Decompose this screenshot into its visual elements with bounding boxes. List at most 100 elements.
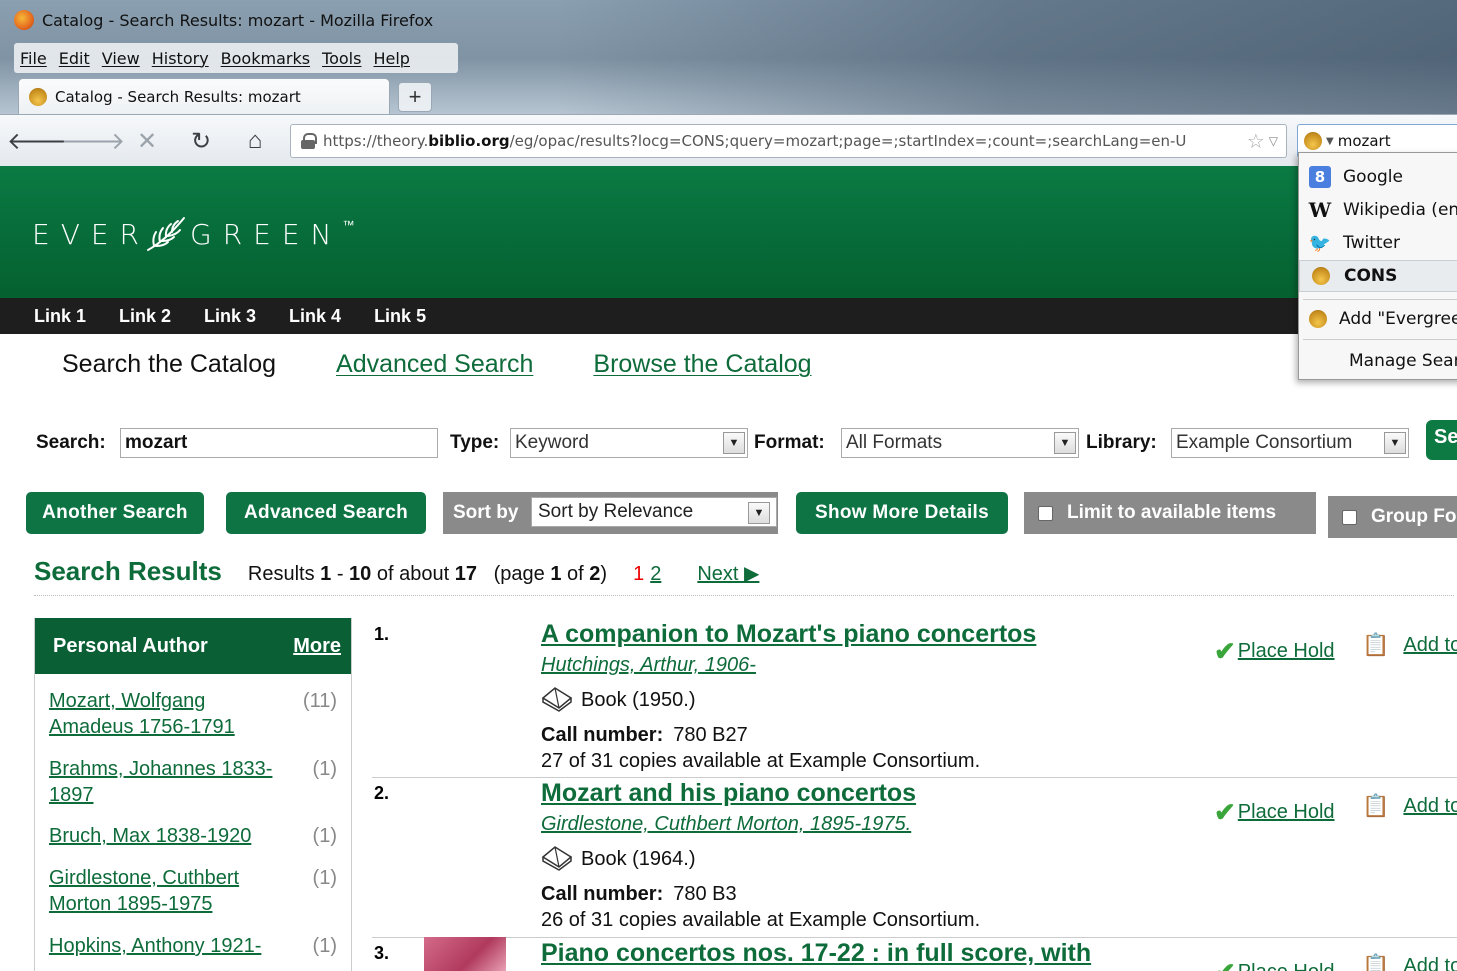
- tab-search-catalog[interactable]: Search the Catalog: [62, 350, 276, 379]
- results-toolbar: Another Search Advanced Search Sort by S…: [26, 492, 1457, 538]
- back-arrow-icon[interactable]: 🡐: [7, 127, 71, 155]
- add-to-list-link[interactable]: 📋 Add to my list: [1362, 632, 1457, 658]
- call-number-label: Call number:: [541, 724, 664, 746]
- another-search-button[interactable]: Another Search: [26, 492, 204, 534]
- menu-view[interactable]: View: [96, 49, 146, 68]
- engine-google[interactable]: 8 Google: [1299, 161, 1457, 193]
- facet-item: Hopkins, Anthony 1921- (1): [49, 933, 349, 959]
- chevron-down-icon[interactable]: ▼: [1326, 136, 1334, 147]
- clipboard-add-icon: 📋: [1362, 953, 1390, 971]
- library-select[interactable]: Example Consortium ▼: [1171, 428, 1409, 458]
- group-formats-control[interactable]: Group Formats and Editions: [1328, 496, 1457, 538]
- engine-cons[interactable]: CONS: [1299, 260, 1457, 292]
- add-to-list-link[interactable]: 📋 Add to my list: [1362, 793, 1457, 819]
- link-4[interactable]: Link 4: [289, 306, 341, 327]
- site-header: EVER GREEN ™: [0, 166, 1457, 298]
- book-icon: [541, 846, 573, 871]
- reload-icon[interactable]: ↻: [186, 127, 216, 155]
- add-to-list-label: Add to my list: [1403, 633, 1457, 656]
- format-select-value: All Formats: [846, 432, 943, 453]
- checkmark-icon: ✔: [1214, 957, 1236, 971]
- manage-engines-item[interactable]: Manage Search Engines...: [1299, 345, 1457, 377]
- type-select[interactable]: Keyword ▼: [510, 428, 748, 458]
- next-page-link[interactable]: Next ▶: [697, 561, 759, 586]
- result-author-link[interactable]: Girdlestone, Cuthbert Morton, 1895-1975.: [541, 813, 911, 836]
- add-to-list-label: Add to my list: [1403, 954, 1457, 971]
- result-number: 3.: [374, 943, 390, 963]
- result-author-link[interactable]: Hutchings, Arthur, 1906-: [541, 654, 756, 677]
- checkmark-icon: ✔: [1214, 636, 1236, 666]
- page-2-link[interactable]: 2: [650, 563, 661, 586]
- search-engine-input[interactable]: mozart: [1338, 132, 1391, 150]
- show-more-details-button[interactable]: Show More Details: [796, 492, 1008, 534]
- bookmark-star-icon[interactable]: ☆: [1247, 129, 1265, 153]
- search-input[interactable]: mozart: [120, 428, 438, 458]
- stop-icon[interactable]: ✕: [132, 127, 162, 155]
- result-title-link[interactable]: Piano concertos nos. 17-22 : in full sco…: [541, 939, 1091, 968]
- limit-available-checkbox[interactable]: [1038, 505, 1053, 521]
- menu-bookmarks[interactable]: Bookmarks: [215, 49, 316, 68]
- facet-item: Girdlestone, Cuthbert Morton 1895-1975 (…: [49, 865, 349, 917]
- search-engine-icon[interactable]: [1304, 132, 1322, 150]
- result-call-number: Call number: 780 B3: [541, 883, 737, 906]
- search-tabs: Search the Catalog Advanced Search Brows…: [62, 350, 812, 379]
- add-engine-label: Add "Evergreen": [1339, 309, 1457, 329]
- menu-help[interactable]: Help: [367, 49, 415, 68]
- facet-link[interactable]: Bruch, Max 1838-1920: [49, 823, 281, 849]
- link-1[interactable]: Link 1: [34, 306, 86, 327]
- facet-link[interactable]: Hopkins, Anthony 1921-: [49, 933, 281, 959]
- search-engine-menu: 8 Google W Wikipedia (en) 🐦 Twitter CONS…: [1298, 152, 1457, 380]
- evergreen-logo[interactable]: EVER GREEN ™: [32, 214, 354, 254]
- place-hold-link[interactable]: ✔Place Hold: [1214, 957, 1335, 971]
- home-icon[interactable]: ⌂: [240, 127, 270, 155]
- engine-label: Wikipedia (en): [1343, 200, 1457, 220]
- type-select-value: Keyword: [515, 432, 589, 453]
- facet-header: Personal Author More: [35, 618, 351, 674]
- add-to-list-link[interactable]: 📋 Add to my list: [1362, 953, 1457, 971]
- link-3[interactable]: Link 3: [204, 306, 256, 327]
- limit-available-control[interactable]: Limit to available items: [1024, 492, 1316, 534]
- result-title-link[interactable]: Mozart and his piano concertos: [541, 779, 916, 808]
- facet-count: (1): [312, 935, 337, 957]
- tab-catalog[interactable]: Catalog - Search Results: mozart: [18, 78, 390, 114]
- tab-advanced-search[interactable]: Advanced Search: [336, 350, 533, 379]
- engine-twitter[interactable]: 🐦 Twitter: [1299, 227, 1457, 259]
- engine-wikipedia[interactable]: W Wikipedia (en): [1299, 194, 1457, 226]
- facet-link[interactable]: Brahms, Johannes 1833-1897: [49, 756, 281, 808]
- clipboard-add-icon: 📋: [1362, 793, 1390, 818]
- place-hold-label: Place Hold: [1237, 801, 1335, 823]
- new-tab-button[interactable]: +: [398, 82, 432, 112]
- sort-select-value: Sort by Relevance: [538, 501, 694, 522]
- tab-browse-catalog[interactable]: Browse the Catalog: [593, 350, 811, 379]
- facet-link[interactable]: Mozart, Wolfgang Amadeus 1756-1791: [49, 688, 281, 740]
- result-call-number: Call number: 780 B27: [541, 724, 748, 747]
- search-go-button[interactable]: Search: [1426, 420, 1457, 460]
- engine-label: Google: [1343, 167, 1403, 187]
- facet-more-link[interactable]: More: [293, 635, 341, 658]
- menu-history[interactable]: History: [146, 49, 215, 68]
- menu-file[interactable]: File: [14, 49, 53, 68]
- link-2[interactable]: Link 2: [119, 306, 171, 327]
- sort-select[interactable]: Sort by Relevance ▼: [531, 497, 777, 527]
- result-title-link[interactable]: A companion to Mozart's piano concertos: [541, 620, 1036, 649]
- link-5[interactable]: Link 5: [374, 306, 426, 327]
- group-formats-checkbox[interactable]: [1342, 509, 1357, 525]
- facet-link[interactable]: Girdlestone, Cuthbert Morton 1895-1975: [49, 865, 281, 917]
- advanced-search-button[interactable]: Advanced Search: [226, 492, 426, 534]
- tab-strip: Catalog - Search Results: mozart +: [14, 78, 914, 114]
- url-bar[interactable]: https://theory.biblio.org/eg/opac/result…: [290, 124, 1287, 158]
- menu-edit[interactable]: Edit: [53, 49, 96, 68]
- facet-sidebar: Personal Author More Mozart, Wolfgang Am…: [34, 618, 352, 971]
- results-total: 17: [454, 563, 477, 585]
- format-select[interactable]: All Formats ▼: [841, 428, 1079, 458]
- cover-image[interactable]: [424, 937, 506, 971]
- place-hold-link[interactable]: ✔Place Hold: [1214, 797, 1335, 828]
- chevron-down-icon: ▼: [1054, 432, 1076, 454]
- place-hold-link[interactable]: ✔Place Hold: [1214, 636, 1335, 667]
- browser-chrome: Catalog - Search Results: mozart - Mozil…: [0, 0, 1457, 166]
- forward-arrow-icon[interactable]: 🡒: [61, 127, 125, 155]
- history-dropdown-icon[interactable]: ▽: [1269, 134, 1278, 148]
- menu-tools[interactable]: Tools: [316, 49, 367, 68]
- add-engine-item[interactable]: Add "Evergreen": [1299, 303, 1457, 335]
- engine-label: Twitter: [1343, 233, 1400, 253]
